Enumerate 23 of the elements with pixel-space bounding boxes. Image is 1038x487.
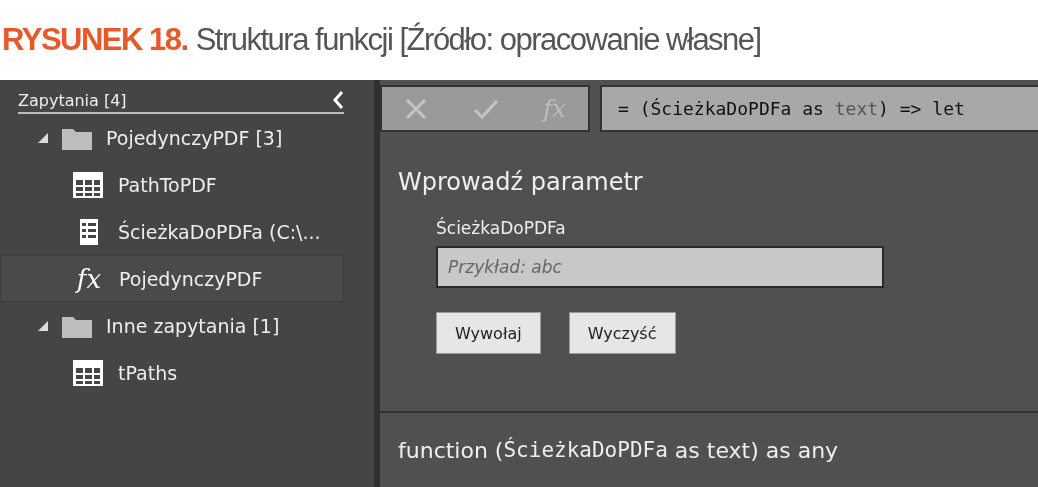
folder-label[interactable]: Inne zapytania [1] xyxy=(106,314,280,337)
folder-label[interactable]: PojedynczyPDF [3] xyxy=(106,126,283,149)
table-icon xyxy=(72,170,104,199)
panel-title: Zapytania [4] xyxy=(18,90,127,110)
formula-field[interactable]: = (ŚcieżkaDoPDFa as text) => let xyxy=(600,85,1038,132)
field-label: ŚcieżkaDoPDFa xyxy=(436,218,566,238)
expanded-triangle-icon[interactable] xyxy=(38,132,48,143)
query-item[interactable]: PathToPDF xyxy=(0,161,344,208)
collapse-chevron-icon[interactable] xyxy=(332,90,344,110)
query-item[interactable]: fx PojedynczyPDF xyxy=(0,255,344,302)
function-signature: function (ŚcieżkaDoPDFa as text) as any xyxy=(380,411,1038,487)
form-button[interactable]: Wyczyść xyxy=(568,312,676,354)
input-field[interactable]: Przykład: abc xyxy=(436,246,884,288)
form-title: Wprowadź parametr xyxy=(398,168,644,196)
figure-caption: Struktura funkcji [Źródło: opracowanie własne] xyxy=(195,22,761,58)
expanded-triangle-icon[interactable] xyxy=(38,320,48,331)
function-icon: fx xyxy=(73,263,105,294)
query-item[interactable]: tPaths xyxy=(0,349,344,396)
figure-label: RYSUNEK 18. xyxy=(2,22,188,58)
query-item[interactable]: ŚcieżkaDoPDFa (C:\... xyxy=(0,208,344,255)
check-icon[interactable] xyxy=(472,97,499,120)
table-icon xyxy=(72,358,104,387)
form-button[interactable]: Wywołaj xyxy=(436,312,541,354)
